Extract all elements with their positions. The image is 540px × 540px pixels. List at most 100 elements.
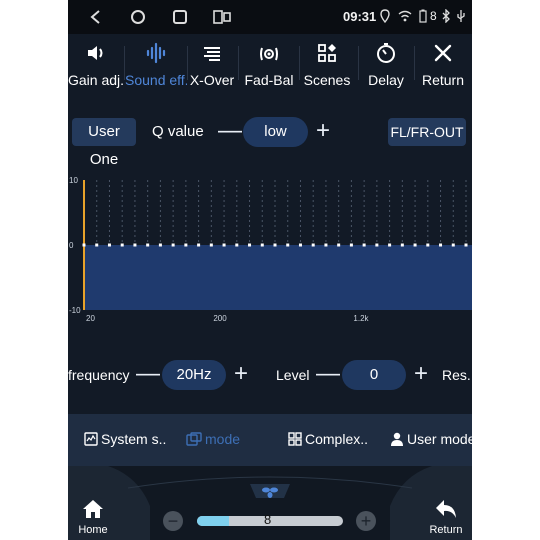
tab-sound-effect[interactable]: Sound eff.. [125,34,187,92]
eq-band-point[interactable] [120,243,124,247]
eq-band-point[interactable] [426,243,430,247]
mode-mode[interactable]: mode [186,431,240,447]
eq-band-point[interactable] [439,243,443,247]
y-tick-label: -10 [69,306,81,315]
q-value-display[interactable]: low [243,117,308,147]
location-icon [380,9,390,23]
eq-band-point[interactable] [362,243,366,247]
return-label: Return [429,524,463,536]
mode-label: System s.. [101,431,167,447]
reset-button[interactable]: Res.. [442,367,472,383]
eq-band-point[interactable] [298,243,302,247]
q-increase-button[interactable]: + [316,119,330,143]
eq-band-point[interactable] [222,243,226,247]
eq-band-point[interactable] [146,243,150,247]
eq-band-point[interactable] [158,243,162,247]
return-arrow-icon [436,500,456,518]
tab-x-over[interactable]: X-Over [188,34,236,92]
level-increase-button[interactable]: + [414,362,428,386]
volume-up-button[interactable]: + [356,511,376,531]
dock-return-button[interactable]: Return [420,486,472,540]
volume-down-button[interactable]: − [163,511,183,531]
tab-label: X-Over [189,72,235,88]
level-display[interactable]: 0 [342,360,406,390]
eq-band-point[interactable] [349,243,353,247]
mode-system-settings[interactable]: System s.. [84,431,166,447]
eq-band-point[interactable] [337,243,341,247]
return-button[interactable]: Return [416,34,470,92]
tab-scenes[interactable]: Scenes [300,34,354,92]
eq-band-point[interactable] [107,243,111,247]
frequency-increase-button[interactable]: + [234,362,248,386]
eq-band-point[interactable] [413,243,417,247]
q-value-label: Q value [152,123,204,140]
eq-band-point[interactable] [133,243,137,247]
eq-fill-area [84,245,472,310]
usb-icon [457,10,465,22]
back-icon[interactable] [86,7,106,27]
battery-icon [419,9,427,23]
volume-value: 8 [264,512,272,527]
eq-band-point[interactable] [248,243,252,247]
mode-icon [186,432,202,446]
toolbar-divider [358,46,359,80]
mode-complex[interactable]: Complex.. [288,431,368,447]
preset-selector[interactable]: User One [72,118,136,168]
volume-fill [197,516,230,526]
sound-wave-icon [146,42,166,64]
eq-band-point[interactable] [209,243,213,247]
x-tick-label: 200 [213,314,227,323]
channel-selector[interactable]: FL/FR-OUT [388,118,466,146]
fan-icon[interactable] [261,486,279,498]
eq-band-point[interactable] [260,243,264,247]
eq-band-point[interactable] [82,243,86,247]
eq-band-point[interactable] [95,243,99,247]
eq-band-point[interactable] [311,243,315,247]
tab-fader-balance[interactable]: Fad-Bal [240,34,298,92]
crossover-icon [204,47,220,61]
x-tick-label: 1.2k [353,314,369,323]
eq-chart[interactable]: 10 0 -10 20 200 1.2k [68,172,472,324]
eq-band-point[interactable] [464,243,468,247]
level-decrease-button[interactable]: — [316,362,340,386]
eq-band-point[interactable] [235,243,239,247]
mode-user-mode[interactable]: User mode [390,431,472,447]
frequency-display[interactable]: 20Hz [162,360,226,390]
tab-gain-adjust[interactable]: Gain adj.. [68,34,124,92]
tab-label: Sound eff.. [125,72,187,88]
eq-band-point[interactable] [324,243,328,247]
eq-band-point[interactable] [400,243,404,247]
eq-band-point[interactable] [286,243,290,247]
bluetooth-icon [442,9,450,23]
scenes-icon [318,44,336,62]
tab-label: Gain adj.. [68,72,124,88]
recents-icon[interactable] [170,7,190,27]
eq-band-point[interactable] [273,243,277,247]
eq-band-point[interactable] [375,243,379,247]
fader-balance-icon [260,47,278,61]
frequency-decrease-button[interactable]: — [136,362,160,386]
user-icon [391,432,403,446]
dock-bar: Home Return [68,466,472,540]
tab-delay[interactable]: Delay [360,34,412,92]
eq-band-point[interactable] [197,243,201,247]
eq-band-point[interactable] [171,243,175,247]
delay-icon [377,43,395,63]
q-decrease-button[interactable]: — [218,119,242,143]
tab-label: Return [421,72,465,88]
car-head-unit-screen: 09:31 8 Gain adj.. Sound eff.. X-Over Fa… [68,0,472,540]
home-icon[interactable] [128,7,148,27]
grid-icon [288,432,302,446]
y-tick-label: 0 [69,241,74,250]
level-label: Level [276,367,310,383]
home-button[interactable]: Home [68,486,120,540]
y-tick-label: 10 [69,176,78,185]
tab-label: Delay [368,72,404,88]
eq-band-point[interactable] [451,243,455,247]
eq-band-point[interactable] [388,243,392,247]
split-screen-icon[interactable] [212,7,232,27]
mode-label: Complex.. [305,431,369,447]
wifi-icon [398,10,412,22]
frequency-label: frequency [68,367,130,383]
eq-band-point[interactable] [184,243,188,247]
